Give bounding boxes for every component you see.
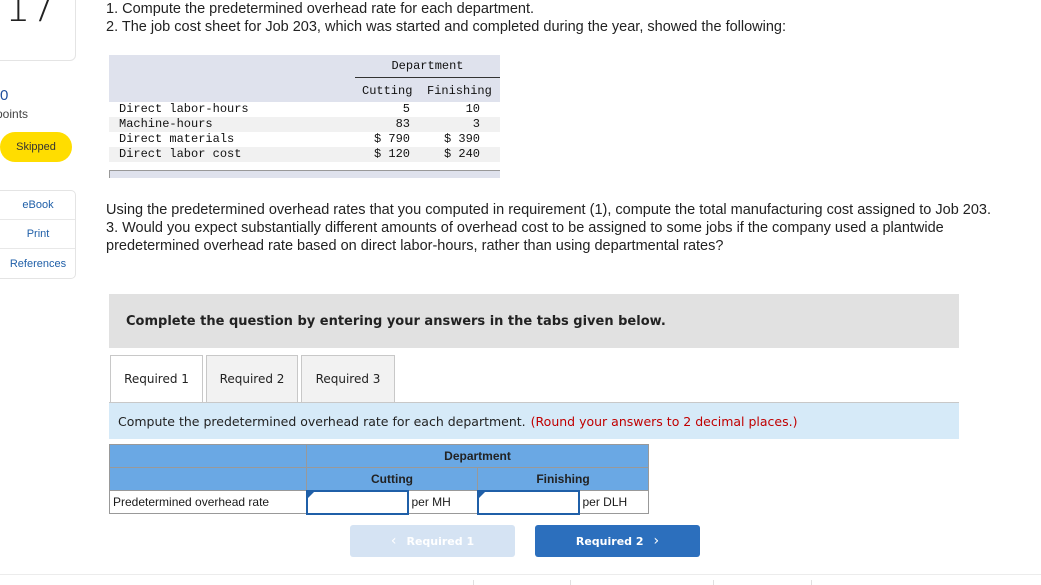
cutting-value: $ 120	[373, 147, 410, 161]
header-divider	[355, 77, 500, 78]
points-label: points	[0, 107, 29, 121]
finishing-value: 3	[472, 117, 480, 131]
answer-header-row-2: Cutting Finishing	[109, 467, 649, 491]
previous-requirement-button[interactable]: ‹ Required 1	[350, 525, 515, 557]
department-header: Department	[306, 444, 649, 468]
question-line-3: Using the predetermined overhead rates t…	[106, 202, 992, 218]
ebook-link[interactable]: eBook	[0, 191, 75, 220]
table-row: Direct labor cost $ 120 $ 240	[109, 147, 500, 162]
table-row: Direct materials $ 790 $ 390	[109, 132, 500, 147]
chevron-left-icon: ‹	[390, 533, 397, 549]
answer-header-row-1: Department	[109, 444, 649, 468]
finishing-value: 10	[465, 102, 480, 116]
question-line-2: 2. The job cost sheet for Job 203, which…	[106, 19, 787, 35]
department-header: Department	[391, 59, 464, 73]
finishing-header: Finishing	[427, 84, 492, 98]
table-row: Machine-hours 83 3	[109, 117, 500, 132]
status-badge: Skipped	[0, 132, 72, 162]
points-value: 0	[0, 87, 9, 104]
footer-separator	[713, 580, 714, 585]
tab-required-1[interactable]: Required 1	[110, 355, 203, 403]
next-requirement-button[interactable]: Required 2 ›	[535, 525, 700, 557]
empty-header	[109, 444, 307, 468]
next-label: Required 2	[575, 534, 644, 548]
row-label: Direct materials	[119, 132, 235, 146]
cutting-rate-input[interactable]	[307, 492, 407, 512]
finishing-header: Finishing	[477, 467, 649, 491]
tab-required-2[interactable]: Required 2	[206, 355, 298, 403]
footer-separator	[811, 580, 812, 585]
tab-required-3[interactable]: Required 3	[301, 355, 395, 403]
footer-separator	[473, 580, 474, 585]
question-line-1: 1. Compute the predetermined overhead ra…	[106, 1, 535, 17]
row-label: Direct labor-hours	[119, 102, 249, 116]
cutting-rate-cell[interactable]	[305, 489, 409, 515]
finishing-rate-input[interactable]	[478, 492, 578, 512]
table-header: Department Cutting Finishing	[109, 55, 500, 102]
print-link[interactable]: Print	[0, 220, 75, 249]
answer-table: Department Cutting Finishing Predetermin…	[109, 444, 649, 515]
cutting-value: 5	[402, 102, 410, 116]
resource-links: eBook Print References	[0, 190, 76, 279]
cutting-header: Cutting	[306, 467, 478, 491]
cutting-unit: per MH	[407, 490, 478, 514]
chevron-right-icon: ›	[653, 533, 660, 549]
empty-header	[109, 467, 307, 491]
row-label: Machine-hours	[119, 117, 213, 131]
finishing-value: $ 240	[443, 147, 480, 161]
cutting-value: $ 790	[373, 132, 410, 146]
instruction-banner: Complete the question by entering your a…	[109, 294, 959, 348]
prompt-text: Compute the predetermined overhead rate …	[118, 413, 526, 429]
requirement-tabs: Required 1 Required 2 Required 3	[110, 355, 398, 403]
table-row: Predetermined overhead rate per MH per D…	[109, 489, 649, 515]
table-footer	[109, 170, 500, 178]
question-number-card: 17	[0, 0, 76, 61]
finishing-unit: per DLH	[578, 490, 649, 514]
requirement-prompt: Compute the predetermined overhead rate …	[109, 403, 959, 439]
table-body: Direct labor-hours 5 10 Machine-hours 83…	[109, 102, 500, 162]
previous-label: Required 1	[406, 534, 475, 548]
question-line-4: 3. Would you expect substantially differ…	[106, 220, 944, 254]
finishing-rate-cell[interactable]	[476, 489, 580, 515]
row-label: Direct labor cost	[119, 147, 242, 161]
references-link[interactable]: References	[0, 249, 75, 278]
finishing-value: $ 390	[443, 132, 480, 146]
table-row: Direct labor-hours 5 10	[109, 102, 500, 117]
footer-divider	[0, 574, 1041, 575]
footer-separator	[570, 580, 571, 585]
question-continued: Using the predetermined overhead rates t…	[106, 201, 1041, 255]
cutting-header: Cutting	[362, 84, 413, 98]
row-label: Predetermined overhead rate	[109, 490, 307, 514]
question-number: 17	[5, 0, 56, 31]
job-cost-table: Department Cutting Finishing Direct labo…	[109, 55, 500, 178]
cutting-value: 83	[395, 117, 410, 131]
rounding-note: (Round your answers to 2 decimal places.…	[530, 413, 798, 429]
